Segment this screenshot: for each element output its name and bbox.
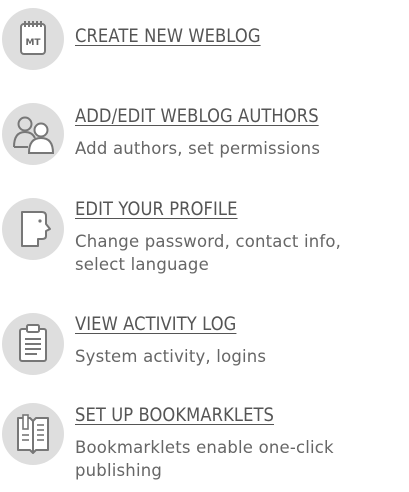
create-weblog-link[interactable]: CREATE NEW WEBLOG xyxy=(75,25,261,47)
menu-item-create-weblog[interactable]: MT CREATE NEW WEBLOG xyxy=(0,0,409,80)
menu-item-bookmarklets[interactable]: SET UP BOOKMARKLETS Bookmarklets enable … xyxy=(0,395,409,492)
menu-item-edit-profile[interactable]: EDIT YOUR PROFILE Change password, conta… xyxy=(0,190,409,290)
edit-profile-description: Change password, contact info, select la… xyxy=(75,232,342,275)
people-icon[interactable] xyxy=(2,103,64,165)
edit-profile-link[interactable]: EDIT YOUR PROFILE xyxy=(75,198,238,220)
menu-item-weblog-authors[interactable]: ADD/EDIT WEBLOG AUTHORS Add authors, set… xyxy=(0,95,409,175)
weblog-authors-description: Add authors, set permissions xyxy=(75,139,321,159)
bookmarklets-link[interactable]: SET UP BOOKMARKLETS xyxy=(75,404,274,426)
bookmark-book-icon[interactable] xyxy=(2,403,64,465)
activity-log-link[interactable]: VIEW ACTIVITY LOG xyxy=(75,313,236,335)
menu-item-activity-log[interactable]: VIEW ACTIVITY LOG System activity, login… xyxy=(0,305,409,385)
profile-head-icon[interactable] xyxy=(2,198,64,260)
mt-notepad-icon[interactable]: MT xyxy=(2,8,64,70)
svg-text:MT: MT xyxy=(25,38,41,48)
weblog-authors-link[interactable]: ADD/EDIT WEBLOG AUTHORS xyxy=(75,105,319,127)
activity-log-description: System activity, logins xyxy=(75,347,267,367)
bookmarklets-description: Bookmarklets enable one-click publishing xyxy=(75,438,334,481)
clipboard-icon[interactable] xyxy=(2,313,64,375)
